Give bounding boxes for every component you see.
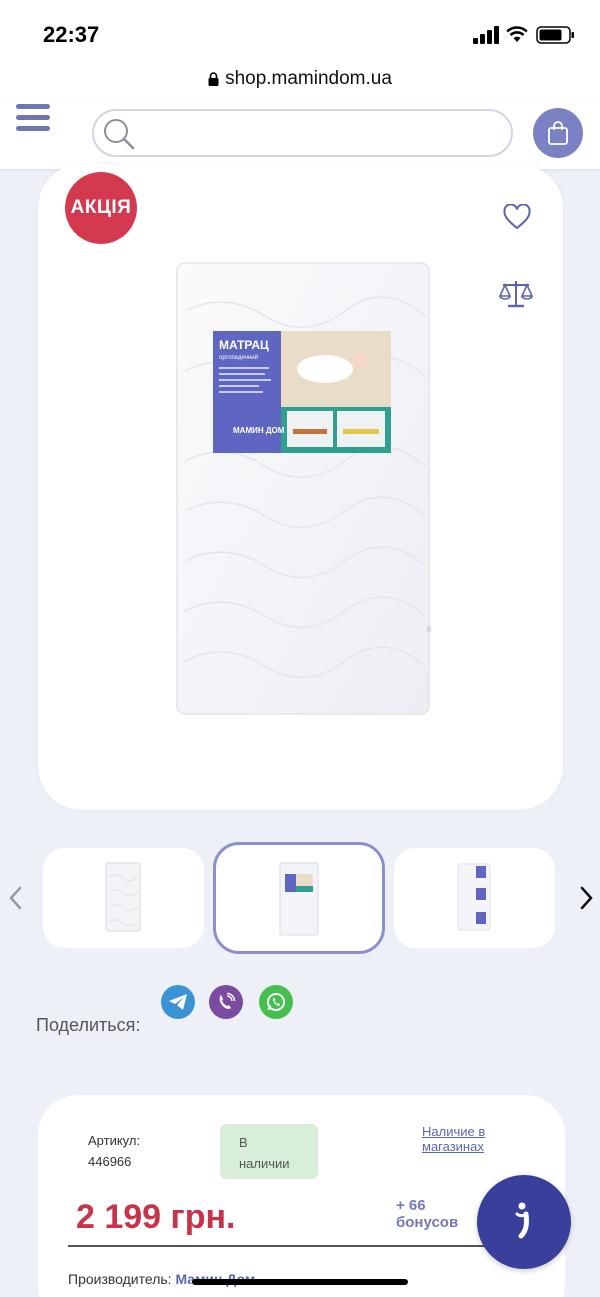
shopping-bag-icon [548,121,568,145]
url-bar[interactable]: shop.mamindom.ua [0,64,600,98]
status-time: 22:37 [43,22,100,47]
lock-icon [208,72,219,86]
battery-icon [536,26,574,44]
mattress-thumbnail [105,862,141,932]
share-label: Поделиться: [36,1015,141,1035]
bonus-points: + 66 бонусов [396,1197,476,1231]
hamburger-menu-icon[interactable] [16,104,50,134]
divider [68,1245,508,1247]
cart-button[interactable] [533,108,583,158]
chevron-left-icon[interactable] [6,884,26,912]
manufacturer-label: Производитель: [68,1271,172,1287]
search-icon[interactable] [102,117,136,151]
bonus-amount: + 66 [396,1197,426,1214]
chat-icon [515,1202,529,1239]
chevron-right-icon[interactable] [576,884,596,912]
price: 2 199 грн. [76,1198,236,1236]
sale-badge: АКЦІЯ [65,172,137,244]
chat-widget-button[interactable] [477,1175,571,1269]
telegram-icon [169,994,187,1010]
label-subtitle: ортопедичний [219,354,258,361]
status-bar: 22:37 [0,0,600,64]
whatsapp-icon [267,993,285,1011]
thumbnail-3[interactable] [394,848,555,948]
store-availability-link[interactable]: Наличие в магазинах [422,1124,502,1154]
search-input[interactable] [142,117,502,151]
stock-status-line1: В [239,1135,248,1150]
share-viber-button[interactable] [209,985,243,1019]
heart-icon[interactable] [503,204,531,230]
stock-status-line2: наличии [239,1156,290,1171]
signal-icon [473,26,499,44]
bonus-label: бонусов [396,1214,459,1231]
product-image-card: АКЦІЯ МАТРАЦ ортопедичний МАМИН ДОМ [38,164,563,810]
mattress-stack-thumbnail [457,863,491,931]
sku-label: Артикул: [88,1133,141,1148]
home-indicator [192,1279,408,1285]
compare-scales-icon[interactable] [499,279,533,309]
stock-status-badge: В наличии [220,1124,318,1179]
sku-value: 446966 [88,1154,132,1169]
search-box[interactable] [92,109,513,157]
share-whatsapp-button[interactable] [259,985,293,1019]
site-header [0,98,600,170]
wifi-icon [506,26,528,42]
url-text: shop.mamindom.ua [225,68,392,89]
share-telegram-button[interactable] [161,985,195,1019]
thumbnail-2-selected[interactable] [213,842,385,954]
mattress-image: МАТРАЦ ортопедичний МАМИН ДОМ [176,262,431,715]
viber-icon [219,992,236,1009]
label-brand: МАМИН ДОМ [233,426,285,435]
label-title: МАТРАЦ [219,338,269,352]
mattress-thumbnail [279,862,319,936]
thumbnail-1[interactable] [43,848,204,948]
